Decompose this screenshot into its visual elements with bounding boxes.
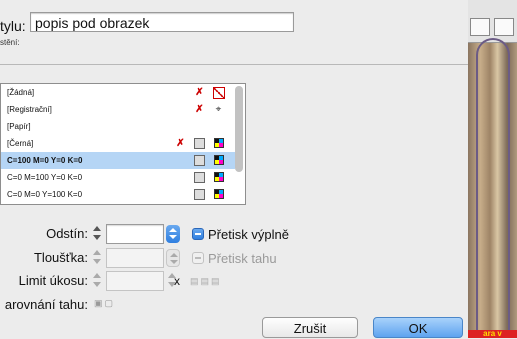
process-icon	[194, 189, 205, 200]
tint-input[interactable]	[106, 224, 164, 244]
swatch-list[interactable]: [Žádná] ✗ [Registrační] ✗ ⌖ [Papír] [Čer…	[0, 83, 246, 205]
miter-stepper[interactable]	[92, 271, 102, 289]
sub-label: stění:	[0, 38, 20, 47]
registration-icon: ⌖	[215, 104, 222, 115]
background-red-text: ara v	[468, 330, 517, 338]
background-document-image: ara v	[468, 0, 517, 338]
cmyk-icon	[213, 138, 224, 149]
swatch-row-black[interactable]: [Černá] ✗	[1, 135, 235, 152]
tint-dropdown-button[interactable]	[166, 225, 180, 243]
tint-stepper[interactable]	[92, 224, 102, 242]
swatch-name: [Žádná]	[7, 88, 35, 97]
miter-limit-label: Limit úkosu:	[18, 273, 88, 288]
swatch-options-dialog: tylu: popis pod obrazek stění: [Žádná] ✗…	[0, 0, 468, 338]
scrollbar-thumb[interactable]	[235, 86, 243, 172]
miter-input[interactable]	[106, 271, 164, 291]
style-name-label: tylu:	[0, 18, 26, 34]
swatch-name: [Papír]	[7, 122, 31, 131]
swatch-row-none[interactable]: [Žádná] ✗	[1, 84, 235, 101]
join-icons[interactable]: ▤▤▤	[190, 276, 222, 287]
process-icon	[194, 138, 205, 149]
swatch-row-cyan[interactable]: C=100 M=0 Y=0 K=0	[1, 152, 235, 169]
weight-label: Tloušťka:	[33, 250, 88, 265]
process-icon	[194, 155, 205, 166]
weight-dropdown-button[interactable]	[166, 249, 180, 267]
swatch-name: C=0 M=100 Y=0 K=0	[7, 173, 83, 182]
cmyk-icon	[213, 189, 224, 200]
divider	[0, 64, 468, 65]
background-window-strip	[468, 0, 517, 43]
swatch-row-paper[interactable]: [Papír]	[1, 118, 235, 135]
cmyk-icon	[213, 172, 224, 183]
style-name-input[interactable]: popis pod obrazek	[30, 12, 294, 32]
cmyk-icon	[213, 155, 224, 166]
swatch-row-magenta[interactable]: C=0 M=100 Y=0 K=0	[1, 169, 235, 186]
overprint-fill-label: Přetisk výplně	[208, 227, 289, 242]
weight-input[interactable]	[106, 248, 164, 268]
stroke-align-label: arovnání tahu:	[4, 297, 88, 312]
overprint-stroke-checkbox[interactable]	[192, 252, 204, 264]
swatch-name: [Černá]	[7, 139, 34, 148]
list-scrollbar[interactable]	[235, 86, 243, 202]
tint-label: Odstín:	[46, 226, 88, 241]
no-edit-icon: ✗	[176, 138, 185, 149]
no-edit-icon: ✗	[195, 87, 204, 98]
swatch-name: C=100 M=0 Y=0 K=0	[7, 156, 83, 165]
swatch-row-yellow[interactable]: C=0 M=0 Y=100 K=0	[1, 186, 235, 203]
swatch-row-registration[interactable]: [Registrační] ✗ ⌖	[1, 101, 235, 118]
arch-shape	[476, 38, 510, 338]
background-button	[494, 18, 514, 36]
no-edit-icon: ✗	[195, 104, 204, 115]
miter-x-label: x	[174, 274, 180, 288]
stroke-align-icons[interactable]: ▣▢	[94, 298, 115, 309]
cancel-button[interactable]: Zrušit	[262, 317, 358, 338]
swatch-name: [Registrační]	[7, 105, 52, 114]
swatch-name: C=0 M=0 Y=100 K=0	[7, 190, 83, 199]
none-swatch-icon	[213, 87, 225, 99]
process-icon	[194, 172, 205, 183]
ok-button[interactable]: OK	[373, 317, 463, 338]
weight-stepper[interactable]	[92, 248, 102, 266]
background-button	[470, 18, 490, 36]
overprint-fill-checkbox[interactable]	[192, 228, 204, 240]
overprint-stroke-label: Přetisk tahu	[208, 251, 277, 266]
